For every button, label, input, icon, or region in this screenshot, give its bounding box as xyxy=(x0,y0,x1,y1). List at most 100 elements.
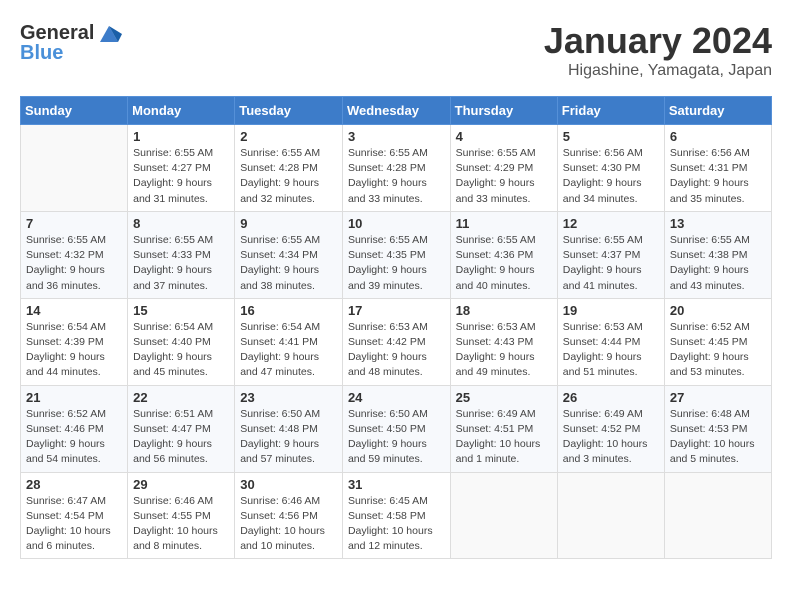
day-info: Sunrise: 6:45 AMSunset: 4:58 PMDaylight:… xyxy=(348,494,445,555)
day-info: Sunrise: 6:54 AMSunset: 4:40 PMDaylight:… xyxy=(133,320,229,381)
calendar-cell: 30 Sunrise: 6:46 AMSunset: 4:56 PMDayligh… xyxy=(235,472,343,559)
day-info: Sunrise: 6:49 AMSunset: 4:51 PMDaylight:… xyxy=(456,407,552,468)
week-row-4: 21 Sunrise: 6:52 AMSunset: 4:46 PMDayligh… xyxy=(21,385,772,472)
day-info: Sunrise: 6:47 AMSunset: 4:54 PMDaylight:… xyxy=(26,494,122,555)
day-number: 15 xyxy=(133,303,229,318)
day-number: 9 xyxy=(240,216,337,231)
week-row-2: 7 Sunrise: 6:55 AMSunset: 4:32 PMDaylight… xyxy=(21,211,772,298)
day-number: 4 xyxy=(456,129,552,144)
day-number: 20 xyxy=(670,303,766,318)
day-info: Sunrise: 6:54 AMSunset: 4:41 PMDaylight:… xyxy=(240,320,337,381)
calendar-cell: 21 Sunrise: 6:52 AMSunset: 4:46 PMDayligh… xyxy=(21,385,128,472)
calendar-cell: 8 Sunrise: 6:55 AMSunset: 4:33 PMDaylight… xyxy=(128,211,235,298)
day-number: 8 xyxy=(133,216,229,231)
logo: General Blue xyxy=(20,20,122,65)
calendar-cell: 10Sunrise: 6:55 AMSunset: 4:35 PMDayligh… xyxy=(342,211,450,298)
day-info: Sunrise: 6:55 AMSunset: 4:34 PMDaylight:… xyxy=(240,233,337,294)
day-number: 30 xyxy=(240,477,337,492)
day-number: 3 xyxy=(348,129,445,144)
calendar-cell: 19 Sunrise: 6:53 AMSunset: 4:44 PMDayligh… xyxy=(557,298,664,385)
day-info: Sunrise: 6:55 AMSunset: 4:29 PMDaylight:… xyxy=(456,146,552,207)
calendar-cell xyxy=(21,125,128,212)
day-info: Sunrise: 6:55 AMSunset: 4:28 PMDaylight:… xyxy=(348,146,445,207)
calendar-cell: 25 Sunrise: 6:49 AMSunset: 4:51 PMDayligh… xyxy=(450,385,557,472)
calendar-cell: 3 Sunrise: 6:55 AMSunset: 4:28 PMDaylight… xyxy=(342,125,450,212)
day-number: 11 xyxy=(456,216,552,231)
calendar-cell: 23Sunrise: 6:50 AMSunset: 4:48 PMDayligh… xyxy=(235,385,343,472)
calendar-cell: 13 Sunrise: 6:55 AMSunset: 4:38 PMDayligh… xyxy=(664,211,771,298)
day-number: 19 xyxy=(563,303,659,318)
weekday-header-friday: Friday xyxy=(557,97,664,125)
day-info: Sunrise: 6:56 AMSunset: 4:30 PMDaylight:… xyxy=(563,146,659,207)
weekday-header-thursday: Thursday xyxy=(450,97,557,125)
calendar-cell: 22 Sunrise: 6:51 AMSunset: 4:47 PMDayligh… xyxy=(128,385,235,472)
calendar-cell: 16Sunrise: 6:54 AMSunset: 4:41 PMDayligh… xyxy=(235,298,343,385)
calendar-cell: 17Sunrise: 6:53 AMSunset: 4:42 PMDayligh… xyxy=(342,298,450,385)
calendar-cell: 9 Sunrise: 6:55 AMSunset: 4:34 PMDaylight… xyxy=(235,211,343,298)
day-number: 1 xyxy=(133,129,229,144)
day-info: Sunrise: 6:55 AMSunset: 4:35 PMDaylight:… xyxy=(348,233,445,294)
day-info: Sunrise: 6:53 AMSunset: 4:44 PMDaylight:… xyxy=(563,320,659,381)
day-number: 25 xyxy=(456,390,552,405)
calendar-cell: 20 Sunrise: 6:52 AMSunset: 4:45 PMDayligh… xyxy=(664,298,771,385)
day-number: 22 xyxy=(133,390,229,405)
day-number: 12 xyxy=(563,216,659,231)
day-number: 5 xyxy=(563,129,659,144)
calendar-cell: 24 Sunrise: 6:50 AMSunset: 4:50 PMDayligh… xyxy=(342,385,450,472)
calendar-cell: 29Sunrise: 6:46 AMSunset: 4:55 PMDayligh… xyxy=(128,472,235,559)
month-title: January 2024 xyxy=(544,20,772,62)
calendar-cell: 5 Sunrise: 6:56 AMSunset: 4:30 PMDaylight… xyxy=(557,125,664,212)
week-row-1: 1 Sunrise: 6:55 AMSunset: 4:27 PMDaylight… xyxy=(21,125,772,212)
day-number: 14 xyxy=(26,303,122,318)
day-number: 29 xyxy=(133,477,229,492)
weekday-header-saturday: Saturday xyxy=(664,97,771,125)
calendar-cell xyxy=(557,472,664,559)
day-info: Sunrise: 6:52 AMSunset: 4:45 PMDaylight:… xyxy=(670,320,766,381)
calendar-cell: 14 Sunrise: 6:54 AMSunset: 4:39 PMDayligh… xyxy=(21,298,128,385)
calendar-table: SundayMondayTuesdayWednesdayThursdayFrid… xyxy=(20,96,772,559)
day-info: Sunrise: 6:55 AMSunset: 4:36 PMDaylight:… xyxy=(456,233,552,294)
day-info: Sunrise: 6:52 AMSunset: 4:46 PMDaylight:… xyxy=(26,407,122,468)
day-number: 6 xyxy=(670,129,766,144)
day-info: Sunrise: 6:50 AMSunset: 4:50 PMDaylight:… xyxy=(348,407,445,468)
day-number: 13 xyxy=(670,216,766,231)
logo-icon xyxy=(96,20,122,46)
calendar-cell xyxy=(664,472,771,559)
day-info: Sunrise: 6:55 AMSunset: 4:32 PMDaylight:… xyxy=(26,233,122,294)
day-number: 17 xyxy=(348,303,445,318)
day-info: Sunrise: 6:55 AMSunset: 4:33 PMDaylight:… xyxy=(133,233,229,294)
day-info: Sunrise: 6:55 AMSunset: 4:28 PMDaylight:… xyxy=(240,146,337,207)
calendar-cell: 28 Sunrise: 6:47 AMSunset: 4:54 PMDayligh… xyxy=(21,472,128,559)
day-info: Sunrise: 6:48 AMSunset: 4:53 PMDaylight:… xyxy=(670,407,766,468)
weekday-header-monday: Monday xyxy=(128,97,235,125)
day-number: 26 xyxy=(563,390,659,405)
title-area: January 2024 Higashine, Yamagata, Japan xyxy=(544,20,772,80)
calendar-cell: 2Sunrise: 6:55 AMSunset: 4:28 PMDaylight… xyxy=(235,125,343,212)
day-number: 21 xyxy=(26,390,122,405)
calendar-cell: 27 Sunrise: 6:48 AMSunset: 4:53 PMDayligh… xyxy=(664,385,771,472)
day-number: 28 xyxy=(26,477,122,492)
day-number: 27 xyxy=(670,390,766,405)
calendar-cell: 18Sunrise: 6:53 AMSunset: 4:43 PMDayligh… xyxy=(450,298,557,385)
day-info: Sunrise: 6:53 AMSunset: 4:43 PMDaylight:… xyxy=(456,320,552,381)
day-info: Sunrise: 6:49 AMSunset: 4:52 PMDaylight:… xyxy=(563,407,659,468)
calendar-cell: 11 Sunrise: 6:55 AMSunset: 4:36 PMDayligh… xyxy=(450,211,557,298)
calendar-cell: 31Sunrise: 6:45 AMSunset: 4:58 PMDayligh… xyxy=(342,472,450,559)
day-number: 24 xyxy=(348,390,445,405)
location-title: Higashine, Yamagata, Japan xyxy=(544,62,772,80)
calendar-cell: 12Sunrise: 6:55 AMSunset: 4:37 PMDayligh… xyxy=(557,211,664,298)
weekday-header-wednesday: Wednesday xyxy=(342,97,450,125)
header: General Blue January 2024 Higashine, Yam… xyxy=(20,20,772,80)
day-info: Sunrise: 6:55 AMSunset: 4:27 PMDaylight:… xyxy=(133,146,229,207)
day-info: Sunrise: 6:55 AMSunset: 4:38 PMDaylight:… xyxy=(670,233,766,294)
logo-blue-text: Blue xyxy=(20,42,63,65)
day-info: Sunrise: 6:56 AMSunset: 4:31 PMDaylight:… xyxy=(670,146,766,207)
day-info: Sunrise: 6:51 AMSunset: 4:47 PMDaylight:… xyxy=(133,407,229,468)
day-number: 7 xyxy=(26,216,122,231)
weekday-header-row: SundayMondayTuesdayWednesdayThursdayFrid… xyxy=(21,97,772,125)
calendar-cell xyxy=(450,472,557,559)
day-info: Sunrise: 6:54 AMSunset: 4:39 PMDaylight:… xyxy=(26,320,122,381)
day-info: Sunrise: 6:46 AMSunset: 4:56 PMDaylight:… xyxy=(240,494,337,555)
day-info: Sunrise: 6:50 AMSunset: 4:48 PMDaylight:… xyxy=(240,407,337,468)
calendar-cell: 4 Sunrise: 6:55 AMSunset: 4:29 PMDaylight… xyxy=(450,125,557,212)
